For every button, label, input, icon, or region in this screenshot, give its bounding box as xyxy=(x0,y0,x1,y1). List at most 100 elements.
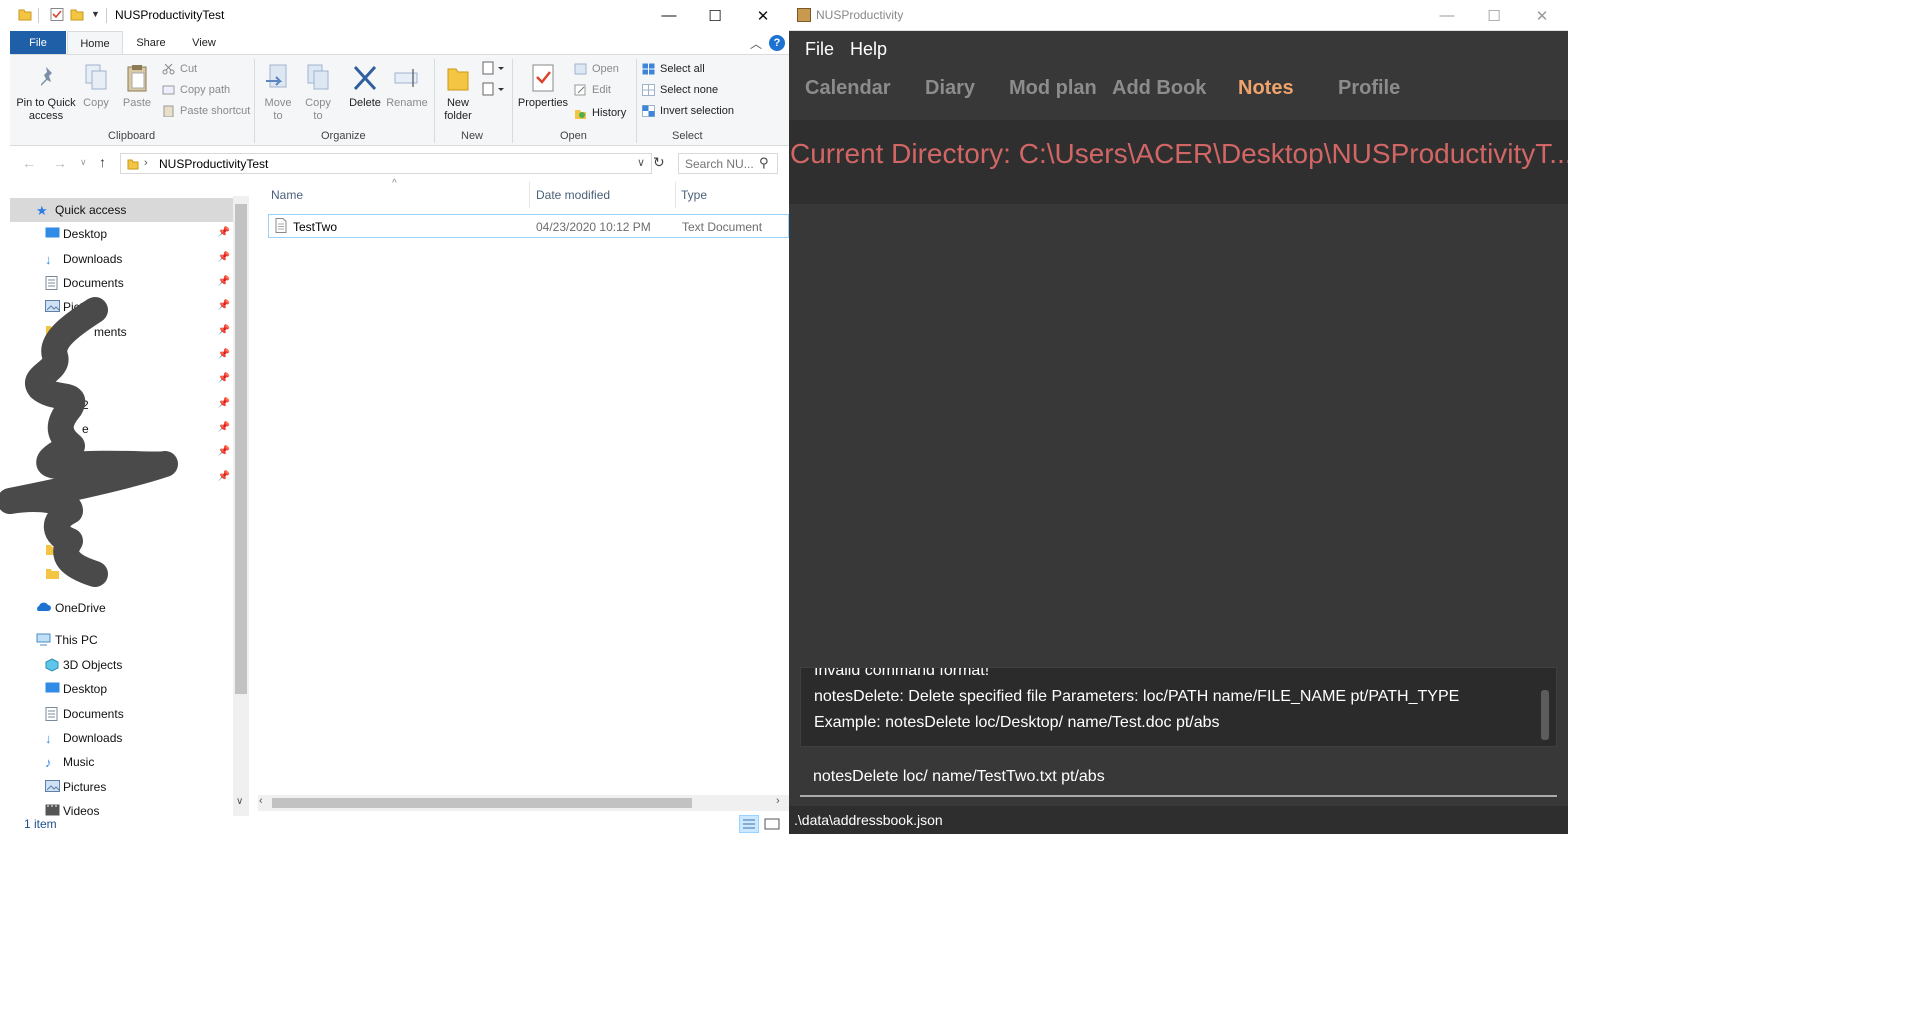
new-item-icon[interactable] xyxy=(482,61,504,77)
pin-icon[interactable]: 📌 xyxy=(218,276,230,287)
tab-mod-plan[interactable]: Mod plan xyxy=(1009,77,1097,100)
close-button[interactable]: ✕ xyxy=(740,0,786,31)
pin-icon[interactable]: 📌 xyxy=(218,300,230,311)
nav-item-redacted-folder[interactable] xyxy=(10,514,234,538)
nav-item-redacted-folder[interactable]: e 📌 xyxy=(10,417,234,441)
help-icon[interactable]: ? xyxy=(769,35,785,51)
nav-item-desktop[interactable]: Desktop 📌 xyxy=(10,222,234,246)
tab-calendar[interactable]: Calendar xyxy=(805,77,891,100)
navigation-scrollbar[interactable]: ∨ xyxy=(233,196,249,816)
nav-item-pictures-pc[interactable]: Pictures xyxy=(10,775,234,799)
address-bar[interactable]: › NUSProductivityTest ∨ xyxy=(120,153,652,174)
nav-item-redacted-folder[interactable]: 📌 xyxy=(10,441,234,465)
nav-item-music[interactable]: ♪ Music xyxy=(10,750,234,774)
column-header-type[interactable]: Type xyxy=(681,188,707,202)
column-header-name[interactable]: Name xyxy=(271,188,303,202)
new-folder-button[interactable]: New folder xyxy=(438,63,478,123)
pin-icon[interactable]: 📌 xyxy=(218,471,230,482)
nav-item-redacted-folder[interactable]: 📌 xyxy=(10,368,234,392)
details-view-icon[interactable] xyxy=(739,815,759,833)
column-header-date-modified[interactable]: Date modified xyxy=(536,188,610,202)
close-button[interactable]: ✕ xyxy=(1519,0,1565,31)
copy-path-button[interactable]: Copy path xyxy=(162,81,230,99)
large-icons-view-icon[interactable] xyxy=(763,816,781,832)
nav-item-downloads[interactable]: ↓ Downloads 📌 xyxy=(10,247,234,271)
edit-button[interactable]: Edit xyxy=(574,81,611,99)
paste-shortcut-button[interactable]: Paste shortcut xyxy=(162,102,250,120)
address-dropdown-icon[interactable]: ∨ xyxy=(637,156,645,169)
column-divider[interactable] xyxy=(675,182,676,208)
nav-item-quick-access[interactable]: ★ Quick access xyxy=(10,198,234,222)
search-icon[interactable]: ⚲ xyxy=(759,155,769,171)
search-input[interactable] xyxy=(685,156,757,171)
nav-item-redacted-folder[interactable]: 📌 xyxy=(10,344,234,368)
minimize-button[interactable]: — xyxy=(646,0,692,31)
pin-icon[interactable]: 📌 xyxy=(218,373,230,384)
command-input[interactable] xyxy=(813,766,1543,788)
table-row[interactable]: TestTwo 04/23/2020 10:12 PM Text Documen… xyxy=(268,214,789,238)
nav-item-3d-objects[interactable]: 3D Objects xyxy=(10,653,234,677)
pin-icon[interactable]: 📌 xyxy=(218,227,230,238)
result-display[interactable]: Invalid command format! notesDelete: Del… xyxy=(800,667,1557,747)
maximize-button[interactable]: ☐ xyxy=(1471,0,1517,31)
nav-item-redacted-folder[interactable]: 2 📌 xyxy=(10,393,234,417)
tab-home[interactable]: Home xyxy=(67,31,123,55)
back-arrow-icon[interactable]: ← xyxy=(22,155,36,171)
tab-view[interactable]: View xyxy=(180,31,228,55)
properties-button[interactable]: Properties xyxy=(514,63,572,110)
open-button[interactable]: Open xyxy=(574,60,619,78)
select-all-button[interactable]: Select all xyxy=(642,60,705,78)
nav-item-redacted-folder[interactable]: ments 📌 xyxy=(10,320,234,344)
select-none-button[interactable]: Select none xyxy=(642,81,718,99)
pin-icon[interactable]: 📌 xyxy=(218,252,230,263)
pin-to-quick-access-button[interactable]: Pin to Quick access xyxy=(14,63,78,123)
easy-access-icon[interactable] xyxy=(482,82,504,98)
tab-notes[interactable]: Notes xyxy=(1238,77,1294,100)
invert-selection-button[interactable]: Invert selection xyxy=(642,102,734,120)
pin-icon[interactable]: 📌 xyxy=(218,422,230,433)
pin-icon[interactable]: 📌 xyxy=(218,398,230,409)
collapse-ribbon-chevron-icon[interactable]: ︿ xyxy=(750,35,762,52)
tab-diary[interactable]: Diary xyxy=(925,77,975,100)
properties-icon[interactable] xyxy=(50,8,64,21)
tab-profile[interactable]: Profile xyxy=(1338,77,1400,100)
tab-file[interactable]: File xyxy=(10,31,66,55)
scroll-down-chevron-icon[interactable]: ∨ xyxy=(236,796,243,807)
up-arrow-icon[interactable]: ↑ xyxy=(99,154,106,170)
menu-file[interactable]: File xyxy=(805,39,834,60)
scroll-left-chevron-icon[interactable]: ‹ xyxy=(259,795,263,807)
rename-button[interactable]: Rename xyxy=(386,63,428,110)
nav-item-pictures[interactable]: Pict 📌 xyxy=(10,295,234,319)
breadcrumb[interactable]: NUSProductivityTest xyxy=(159,157,268,171)
nav-item-downloads-pc[interactable]: ↓ Downloads xyxy=(10,726,234,750)
pin-icon[interactable]: 📌 xyxy=(218,325,230,336)
history-button[interactable]: History xyxy=(574,104,626,122)
pin-icon[interactable]: 📌 xyxy=(218,446,230,457)
delete-button[interactable]: Delete xyxy=(344,63,386,110)
nav-item-redacted-folder[interactable] xyxy=(10,539,234,563)
pin-icon[interactable]: 📌 xyxy=(218,349,230,360)
refresh-icon[interactable]: ↻ xyxy=(653,154,665,171)
nav-item-redacted-folder[interactable]: 📌 xyxy=(10,466,234,490)
new-folder-icon[interactable] xyxy=(70,8,84,21)
recent-locations-chevron-icon[interactable]: ∨ xyxy=(80,157,87,168)
minimize-button[interactable]: — xyxy=(1424,0,1470,31)
forward-arrow-icon[interactable]: → xyxy=(53,155,67,171)
copy-to-button[interactable]: Copy to xyxy=(300,63,336,123)
customize-qat-chevron-icon[interactable]: ▼ xyxy=(91,9,100,19)
cut-button[interactable]: Cut xyxy=(162,60,197,78)
tab-add-book[interactable]: Add Book xyxy=(1112,77,1206,100)
result-scrollbar-thumb[interactable] xyxy=(1541,690,1549,740)
scrollbar-thumb[interactable] xyxy=(272,798,692,808)
nav-item-documents[interactable]: Documents 📌 xyxy=(10,271,234,295)
scroll-right-chevron-icon[interactable]: › xyxy=(776,795,780,807)
scrollbar-thumb[interactable] xyxy=(235,204,247,694)
tab-share[interactable]: Share xyxy=(126,31,176,55)
move-to-button[interactable]: Move to xyxy=(260,63,296,123)
nav-item-onedrive[interactable]: OneDrive xyxy=(10,596,234,620)
maximize-button[interactable]: ☐ xyxy=(692,0,738,31)
paste-button[interactable]: Paste xyxy=(118,63,156,110)
nav-item-this-pc[interactable]: This PC xyxy=(10,628,234,652)
nav-item-documents-pc[interactable]: Documents xyxy=(10,702,234,726)
column-divider[interactable] xyxy=(529,182,530,208)
